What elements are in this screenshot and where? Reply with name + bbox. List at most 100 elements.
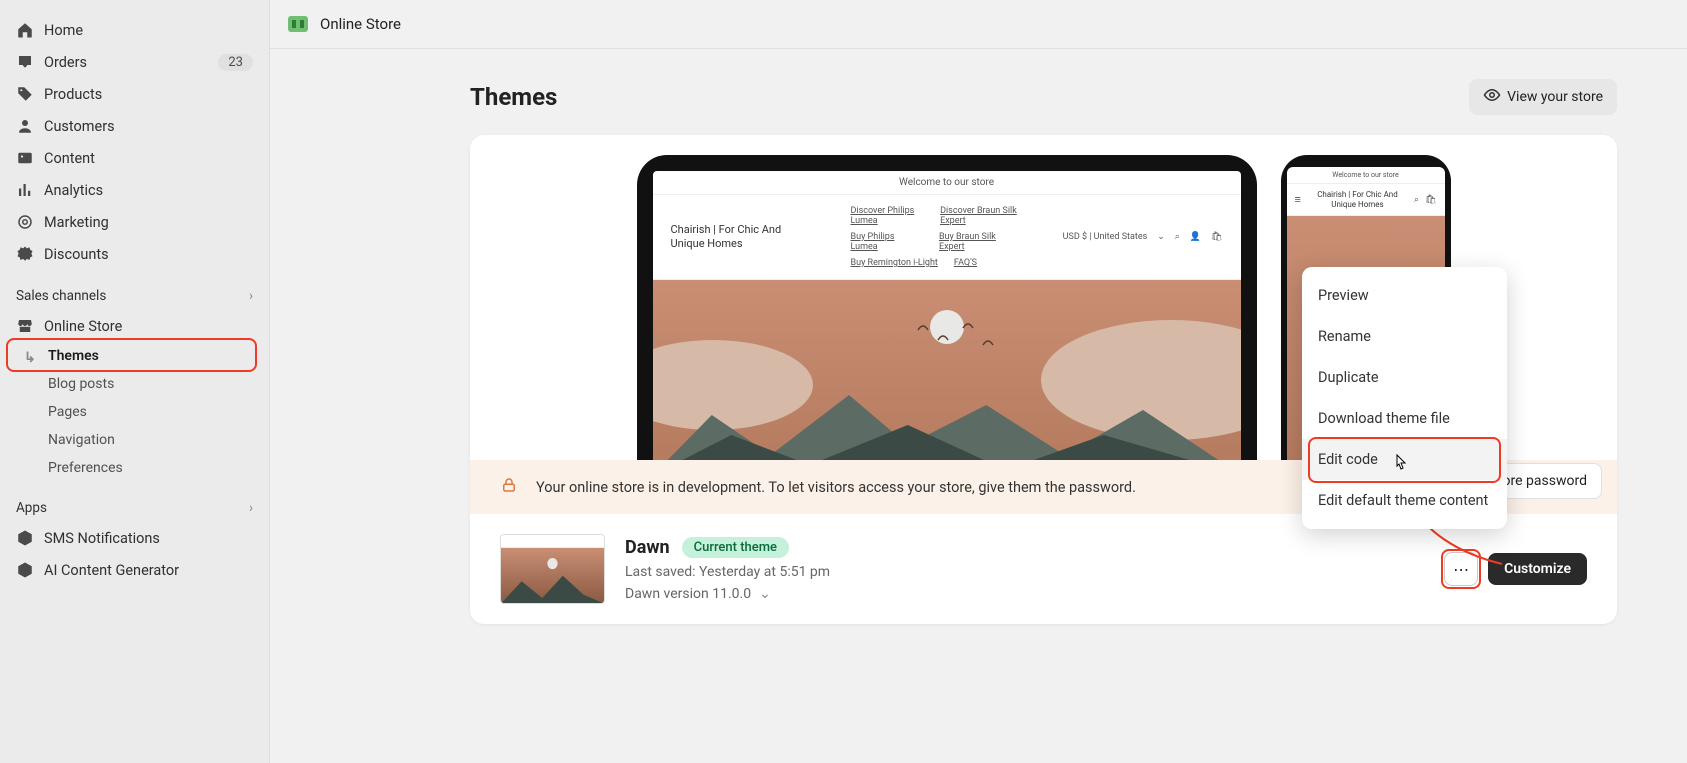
subnav-label: Preferences [48,460,123,476]
heading-label: Sales channels [16,288,106,304]
nav-home[interactable]: Home [0,14,269,46]
lock-icon [500,476,518,498]
cart-icon: 🛍 [1425,195,1436,205]
search-icon: ⌕ [1414,195,1419,205]
preview-menu-link: FAQ'S [954,258,977,268]
home-icon [16,21,44,39]
chart-icon [16,181,44,199]
nav-discounts[interactable]: Discounts [0,238,269,270]
person-icon [16,117,44,135]
nav-content[interactable]: Content [0,142,269,174]
nav-label: Content [44,150,253,167]
image-icon [16,149,44,167]
preview-header-tools: USD $ | United States ⌄ ⌕ 👤 🛍 [1063,232,1223,242]
orders-badge: 23 [218,54,253,71]
tag-icon [16,85,44,103]
dropdown-label: Download theme file [1318,410,1450,427]
nav-label: SMS Notifications [44,530,253,547]
preview-menu-link: Discover Philips Lumea [851,206,925,226]
desktop-preview-frame: Welcome to our store Chairish | For Chic… [637,155,1257,460]
subnav-preferences[interactable]: Preferences [0,454,269,482]
eye-icon [1483,86,1501,108]
sidebar: Home Orders 23 Products Customers Conten… [0,0,270,763]
customize-button[interactable]: Customize [1488,553,1587,585]
preview-hero [653,280,1241,460]
nav-orders[interactable]: Orders 23 [0,46,269,78]
chevron-down-icon: ⌄ [759,586,771,602]
preview-menu-link: Discover Braun Silk Expert [940,206,1023,226]
preview-menu-link: Buy Remington i-Light [851,258,938,268]
nav-label: AI Content Generator [44,562,253,579]
main-content: Online Store Themes View your store Welc… [270,0,1687,763]
nav-label: Customers [44,118,253,135]
nav-label: Marketing [44,214,253,231]
nav-online-store[interactable]: Online Store [0,310,269,342]
theme-version-row[interactable]: Dawn version 11.0.0 ⌄ [625,580,1424,602]
preview-header: Chairish | For Chic And Unique Homes Dis… [653,195,1241,280]
heading-label: Apps [16,500,47,516]
dropdown-preview[interactable]: Preview [1302,275,1507,316]
preview-menu-link: Buy Braun Silk Expert [939,232,1023,252]
nav-label: Analytics [44,182,253,199]
view-store-label: View your store [1507,89,1603,105]
nav-analytics[interactable]: Analytics [0,174,269,206]
store-icon [16,317,44,335]
inbox-icon [16,53,44,71]
nav-app-sms[interactable]: SMS Notifications [0,522,269,554]
app-icon [16,529,44,547]
dropdown-label: Edit code [1318,451,1378,468]
nav-marketing[interactable]: Marketing [0,206,269,238]
subnav-navigation[interactable]: Navigation [0,426,269,454]
subnav-label: Navigation [48,432,115,448]
subnav-label: Themes [48,348,99,364]
preview-menu: Discover Philips Lumea Discover Braun Si… [851,203,1023,271]
breadcrumb-title: Online Store [320,15,401,33]
subnav-blog-posts[interactable]: Blog posts [0,370,269,398]
dropdown-rename[interactable]: Rename [1302,316,1507,357]
subnav-themes[interactable]: ↳ Themes [0,342,269,370]
dropdown-duplicate[interactable]: Duplicate [1302,357,1507,398]
indent-arrow-icon: ↳ [24,350,36,366]
nav-label: Orders [44,54,218,71]
sales-channels-heading[interactable]: Sales channels › [0,270,269,310]
theme-actions: ⋯ Customize [1444,552,1587,586]
preview-shop-name: Chairish | For Chic And Unique Homes [671,223,811,252]
discount-icon [16,245,44,263]
preview-currency: USD $ | United States [1063,232,1148,242]
preview-announcement-mobile: Welcome to our store [1287,167,1445,184]
dropdown-download[interactable]: Download theme file [1302,398,1507,439]
search-icon: ⌕ [1175,232,1180,242]
mountain-graphic [653,385,1241,460]
desktop-preview-screen: Welcome to our store Chairish | For Chic… [653,171,1241,460]
nav-customers[interactable]: Customers [0,110,269,142]
dots-horizontal-icon: ⋯ [1453,560,1469,579]
app-icon [16,561,44,579]
nav-label: Online Store [44,318,253,335]
theme-card: Welcome to our store Chairish | For Chic… [470,135,1617,624]
preview-shop-name-mobile: Chairish | For Chic And Unique Homes [1301,190,1414,209]
view-store-button[interactable]: View your store [1469,79,1617,115]
nav-app-ai[interactable]: AI Content Generator [0,554,269,586]
dropdown-label: Preview [1318,287,1369,304]
theme-more-button[interactable]: ⋯ [1444,552,1478,586]
customize-label: Customize [1504,561,1571,577]
theme-name: Dawn [625,537,670,558]
nav-label: Products [44,86,253,103]
chevron-down-icon: ⌄ [1157,232,1165,242]
subnav-label: Blog posts [48,376,114,392]
target-icon [16,213,44,231]
theme-footer: Dawn Current theme Last saved: Yesterday… [470,514,1617,624]
cart-icon: 🛍 [1211,232,1222,242]
preview-menu-link: Buy Philips Lumea [851,232,923,252]
theme-actions-dropdown: Preview Rename Duplicate Download theme … [1302,267,1507,529]
dropdown-label: Edit default theme content [1318,492,1488,509]
dev-banner-text: Your online store is in development. To … [536,479,1136,496]
cursor-pointer-icon [1390,453,1410,479]
subnav-pages[interactable]: Pages [0,398,269,426]
theme-info: Dawn Current theme Last saved: Yesterday… [625,537,1424,602]
apps-heading[interactable]: Apps › [0,482,269,522]
dropdown-edit-default-content[interactable]: Edit default theme content [1302,480,1507,521]
page-title: Themes [470,83,557,111]
nav-products[interactable]: Products [0,78,269,110]
subnav-label: Pages [48,404,87,420]
